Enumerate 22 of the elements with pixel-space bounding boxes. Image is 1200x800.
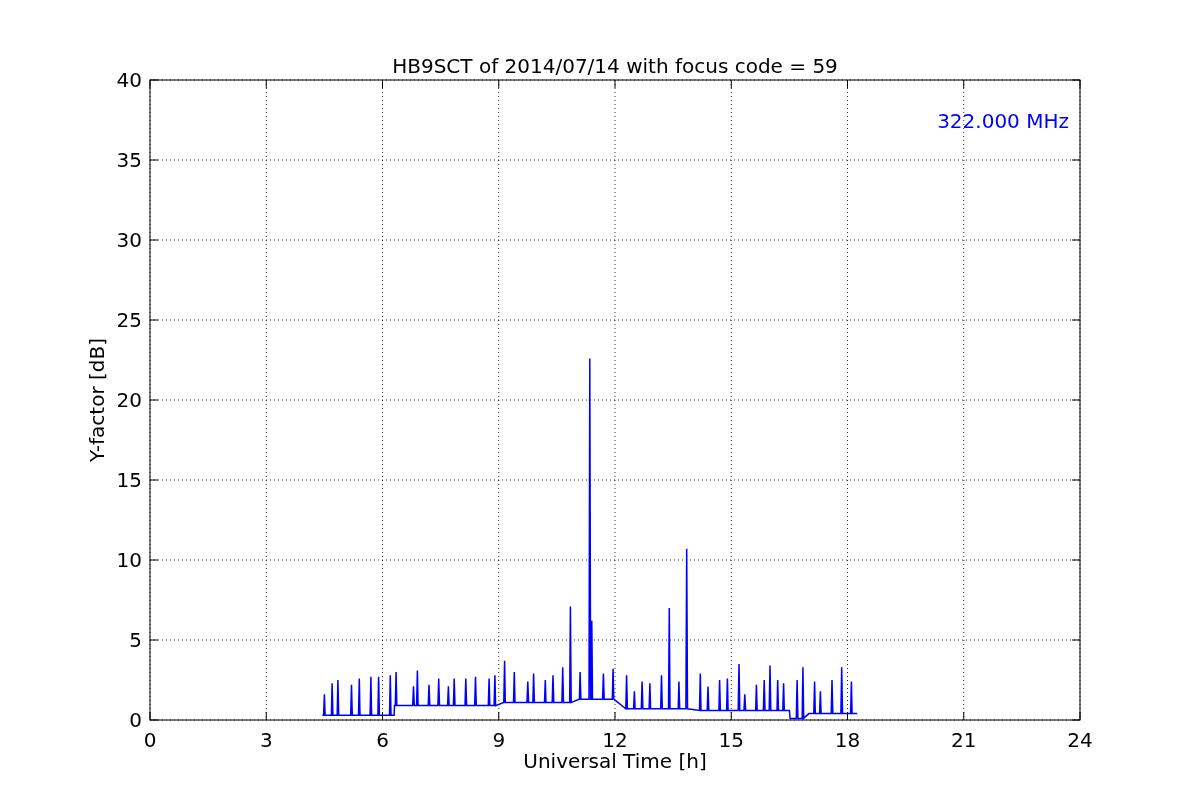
y-tick-label: 0: [129, 708, 142, 732]
x-tick-label: 0: [143, 728, 157, 752]
y-tick-label: 40: [116, 68, 142, 92]
x-tick-label: 12: [602, 728, 628, 752]
y-axis-label: Y-factor [dB]: [85, 338, 109, 462]
x-tick-label: 6: [376, 728, 389, 752]
x-tick-label: 18: [834, 728, 861, 752]
y-tick-label: 15: [116, 468, 142, 492]
x-axis-label: Universal Time [h]: [523, 749, 707, 773]
y-tick-label: 10: [116, 548, 142, 572]
y-tick-label: 20: [116, 388, 142, 412]
series-label: 322.000 MHz: [937, 109, 1069, 133]
y-tick-label: 35: [116, 148, 142, 172]
x-tick-label: 3: [259, 728, 273, 752]
x-tick-label: 24: [1067, 728, 1093, 752]
y-tick-label: 25: [116, 308, 142, 332]
x-tick-label: 15: [718, 728, 744, 752]
y-tick-label: 5: [129, 628, 142, 652]
chart-title: HB9SCT of 2014/07/14 with focus code = 59: [392, 54, 838, 78]
y-tick-label: 30: [116, 228, 142, 252]
x-tick-label: 21: [951, 728, 977, 752]
x-tick-label: 9: [492, 728, 506, 752]
